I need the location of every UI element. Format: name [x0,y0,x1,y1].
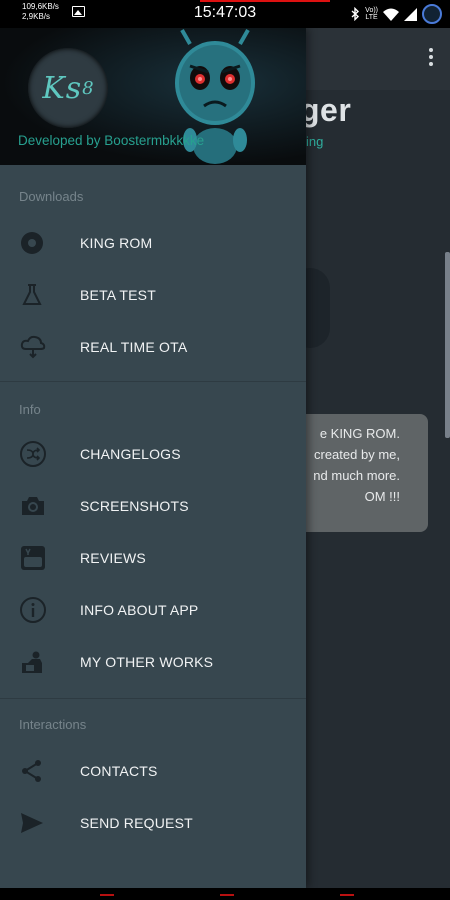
nav-item-beta-test[interactable]: BETA TEST [0,269,306,321]
overflow-menu-icon[interactable] [428,48,434,66]
nav-item-changelogs[interactable]: CHANGELOGS [0,428,306,480]
camera-icon [22,497,44,515]
nav-item-reviews[interactable]: REVIEWS [0,532,306,584]
worker-icon [22,651,42,673]
card-line: nd much more. [313,468,400,483]
nav-item-label: MY OTHER WORKS [80,654,214,670]
nav-item-label: SCREENSHOTS [80,498,189,514]
cloud-icon [20,335,46,359]
app-subtitle-fragment: ing [306,134,324,149]
system-navigation-bar [0,888,450,900]
signal-icon [404,7,417,21]
status-accent-line [200,0,330,2]
info-card: e KING ROM. created by me, nd much more.… [286,414,428,532]
nav-item-label: REAL TIME OTA [80,339,188,355]
scrollbar[interactable] [445,252,450,438]
flask-icon [22,284,42,305]
disc-icon [21,232,43,254]
nav-item-king-rom[interactable]: KING ROM [0,217,306,269]
avatar-icon[interactable] [422,4,442,24]
send-icon [21,813,43,833]
recents-button[interactable] [340,894,354,896]
nav-item-info-about-app[interactable]: INFO ABOUT APP [0,584,306,636]
logo-sub: 8 [82,77,94,99]
youtube-icon [21,546,45,570]
system-icons: Vo)) LTE [351,4,442,24]
back-button[interactable] [100,894,114,896]
navigation-drawer: Ks 8 Developed by Boostermbkkkke Downloa… [0,28,306,888]
share-icon [22,760,41,782]
volte-top: Vo)) [365,7,378,14]
nav-item-real-time-ota[interactable]: REAL TIME OTA [0,321,306,373]
card-line: OM !!! [364,489,400,504]
shuffle-icon [20,441,46,467]
nav-item-label: BETA TEST [80,287,156,303]
app-logo: Ks 8 [28,48,108,128]
logo-text: Ks [42,70,83,106]
nav-item-label: SEND REQUEST [80,815,193,831]
developer-credit: Developed by Boostermbkkkke [18,133,205,148]
drawer-header: Ks 8 Developed by Boostermbkkkke [0,28,306,165]
nav-item-my-other-works[interactable]: MY OTHER WORKS [0,636,306,688]
section-title-interactions: Interactions [19,717,87,732]
card-line: created by me, [314,447,400,462]
status-bar: 109,6KB/s 2,9KB/s 15:47:03 Vo)) LTE [0,0,450,28]
volte-bottom: LTE [365,14,378,21]
nav-item-label: CONTACTS [80,763,158,779]
nav-item-label: CHANGELOGS [80,446,181,462]
card-line: e KING ROM. [319,426,400,441]
app-title-fragment: ger [300,92,352,128]
volte-icon: Vo)) LTE [365,7,378,21]
info-icon [20,597,46,623]
phone-screen: 109,6KB/s 2,9KB/s 15:47:03 Vo)) LTE ger … [0,0,450,900]
nav-item-contacts[interactable]: CONTACTS [0,745,306,797]
nav-item-label: REVIEWS [80,550,146,566]
nav-item-screenshots[interactable]: SCREENSHOTS [0,480,306,532]
wifi-icon [383,8,399,21]
section-title-downloads: Downloads [19,189,84,204]
nav-item-send-request[interactable]: SEND REQUEST [0,797,306,849]
nav-item-label: INFO ABOUT APP [80,602,199,618]
nav-item-label: KING ROM [80,235,153,251]
section-title-info: Info [19,402,41,417]
home-button[interactable] [220,894,234,896]
bluetooth-icon [351,7,360,21]
